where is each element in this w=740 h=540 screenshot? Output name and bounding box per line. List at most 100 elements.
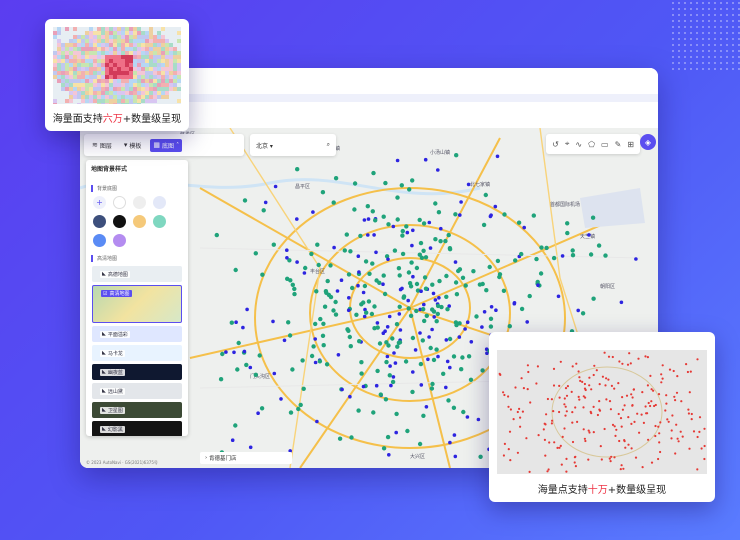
store-point[interactable] <box>392 248 398 253</box>
store-point[interactable] <box>454 292 460 297</box>
location-pin-icon[interactable]: ⌖ <box>565 139 570 149</box>
store-point[interactable] <box>389 383 393 388</box>
store-point[interactable] <box>381 446 387 451</box>
store-point[interactable] <box>375 368 380 374</box>
store-point[interactable] <box>428 246 433 250</box>
store-point[interactable] <box>385 325 390 329</box>
store-point[interactable] <box>220 351 225 357</box>
store-point[interactable] <box>321 321 326 326</box>
store-point[interactable] <box>495 154 500 159</box>
store-point[interactable] <box>309 353 315 359</box>
store-point[interactable] <box>302 271 307 275</box>
store-point[interactable] <box>488 316 494 321</box>
store-point[interactable] <box>453 320 459 325</box>
store-point[interactable] <box>419 289 423 293</box>
store-point[interactable] <box>315 242 320 247</box>
store-point[interactable] <box>392 351 396 355</box>
store-point[interactable] <box>433 298 438 302</box>
map-style-option[interactable]: ◣ 平面溢彩 <box>92 326 182 342</box>
store-point[interactable] <box>242 198 248 203</box>
store-point[interactable] <box>494 308 498 312</box>
store-point[interactable] <box>413 348 418 352</box>
store-point[interactable] <box>436 168 440 172</box>
store-point[interactable] <box>256 411 260 416</box>
store-point[interactable] <box>400 286 404 291</box>
store-point[interactable] <box>218 377 224 382</box>
store-point[interactable] <box>364 310 369 315</box>
store-point[interactable] <box>285 248 289 252</box>
store-point[interactable] <box>411 370 415 374</box>
store-point[interactable] <box>393 361 398 365</box>
store-point[interactable] <box>432 315 437 319</box>
store-point[interactable] <box>298 402 303 408</box>
store-point[interactable] <box>374 250 378 255</box>
store-point[interactable] <box>295 217 299 221</box>
store-point[interactable] <box>348 249 353 254</box>
store-point[interactable] <box>596 243 602 248</box>
store-point[interactable] <box>501 288 507 293</box>
store-point[interactable] <box>342 248 347 253</box>
store-point[interactable] <box>422 275 428 280</box>
map-style-option[interactable]: ◣ 卫星图 <box>92 402 182 418</box>
store-point[interactable] <box>248 365 253 370</box>
store-point[interactable] <box>459 367 464 372</box>
store-point[interactable] <box>394 322 400 327</box>
store-point[interactable] <box>451 405 457 410</box>
store-point[interactable] <box>386 343 391 348</box>
store-point[interactable] <box>420 338 425 343</box>
store-point[interactable] <box>263 200 268 205</box>
store-point[interactable] <box>395 195 400 200</box>
store-point[interactable] <box>236 340 241 346</box>
store-point[interactable] <box>565 230 570 236</box>
store-point[interactable] <box>362 283 368 289</box>
store-point[interactable] <box>300 358 305 363</box>
store-point[interactable] <box>241 325 245 330</box>
store-point[interactable] <box>471 269 476 274</box>
store-point[interactable] <box>489 305 494 309</box>
store-point[interactable] <box>431 291 436 296</box>
store-point[interactable] <box>332 245 336 250</box>
store-point[interactable] <box>272 371 277 376</box>
store-point[interactable] <box>328 263 333 268</box>
store-point[interactable] <box>346 308 351 313</box>
store-point[interactable] <box>286 320 291 325</box>
store-point[interactable] <box>366 233 370 237</box>
store-point[interactable] <box>421 413 426 418</box>
store-point[interactable] <box>374 383 379 388</box>
store-point[interactable] <box>458 213 462 217</box>
store-point[interactable] <box>337 436 343 441</box>
store-point[interactable] <box>570 248 575 253</box>
store-point[interactable] <box>348 344 353 349</box>
store-point[interactable] <box>414 265 420 271</box>
store-point[interactable] <box>346 272 352 277</box>
store-point[interactable] <box>273 184 278 189</box>
store-point[interactable] <box>333 299 338 305</box>
store-point[interactable] <box>531 213 536 218</box>
store-point[interactable] <box>229 320 234 325</box>
store-point[interactable] <box>346 328 351 333</box>
map-style-option[interactable]: ☑ 高清地图 <box>92 285 182 323</box>
store-point[interactable] <box>320 190 326 195</box>
store-point[interactable] <box>456 268 461 274</box>
store-point[interactable] <box>261 208 266 213</box>
store-point[interactable] <box>362 314 367 319</box>
store-point[interactable] <box>423 157 428 162</box>
store-point[interactable] <box>560 254 565 258</box>
store-point[interactable] <box>634 257 638 261</box>
store-point[interactable] <box>365 204 370 209</box>
store-point[interactable] <box>417 441 423 447</box>
store-point[interactable] <box>325 278 330 284</box>
store-point[interactable] <box>395 344 400 349</box>
store-point[interactable] <box>419 255 425 260</box>
store-point[interactable] <box>386 257 390 262</box>
comment-icon[interactable]: ▭ <box>601 140 609 149</box>
color-swatch[interactable] <box>113 215 126 228</box>
store-point[interactable] <box>224 350 228 354</box>
store-point[interactable] <box>522 225 526 230</box>
store-point[interactable] <box>478 454 483 459</box>
store-point[interactable] <box>461 409 466 415</box>
store-point[interactable] <box>370 209 375 214</box>
store-point[interactable] <box>259 406 265 411</box>
store-point[interactable] <box>324 362 330 367</box>
store-point[interactable] <box>388 364 392 368</box>
